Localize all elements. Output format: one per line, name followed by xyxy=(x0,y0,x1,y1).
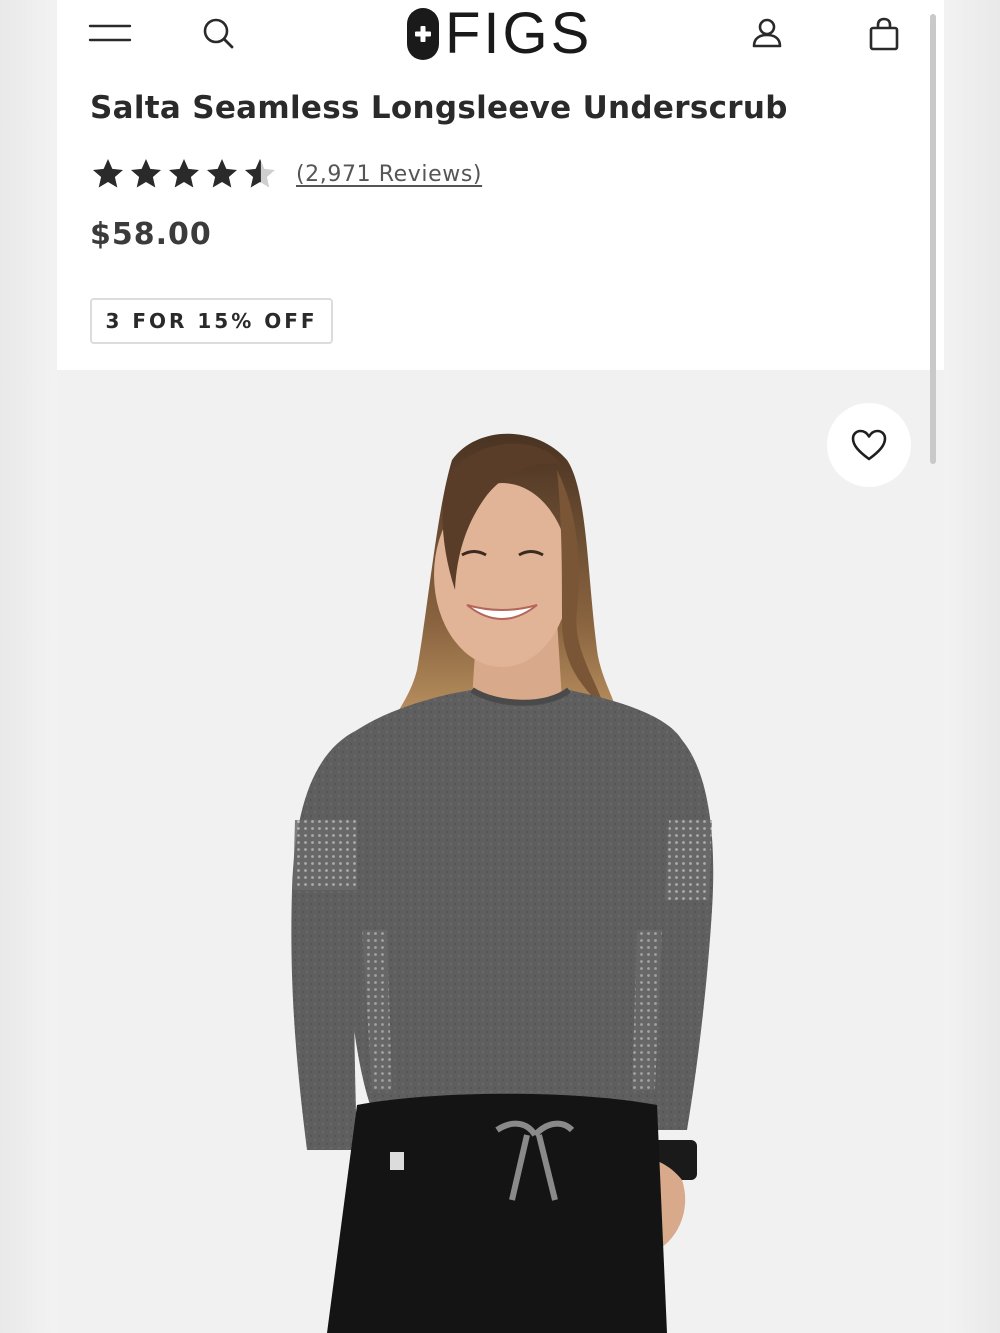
shopping-bag-icon xyxy=(869,17,899,51)
brand-name: FIGS xyxy=(445,1,593,66)
search-button[interactable] xyxy=(197,12,239,54)
heart-icon xyxy=(851,429,887,461)
star-rating xyxy=(90,156,280,192)
product-page: FIGS Salta Seamless Longsleeve Underscru… xyxy=(57,0,944,1333)
top-nav: FIGS xyxy=(57,0,944,70)
product-title: Salta Seamless Longsleeve Underscrub xyxy=(90,90,788,126)
promo-badge[interactable]: 3 FOR 15% OFF xyxy=(90,298,333,344)
wishlist-button[interactable] xyxy=(827,403,911,487)
star-icon xyxy=(207,159,237,188)
menu-button[interactable] xyxy=(85,14,135,52)
half-star-icon xyxy=(245,159,275,188)
product-image[interactable] xyxy=(57,370,944,1333)
brand-logo[interactable]: FIGS xyxy=(407,4,592,64)
hamburger-menu-icon xyxy=(88,24,132,42)
star-icon xyxy=(131,159,161,188)
user-icon xyxy=(752,18,782,48)
account-button[interactable] xyxy=(745,12,789,54)
star-icon xyxy=(169,159,199,188)
shopping-bag-button[interactable] xyxy=(863,12,905,56)
star-icon xyxy=(93,159,123,188)
scrollbar[interactable] xyxy=(930,14,936,464)
reviews-link[interactable]: (2,971 Reviews) xyxy=(296,162,482,187)
model-photo xyxy=(291,433,714,1333)
rating-row: (2,971 Reviews) xyxy=(90,152,482,196)
medical-cross-icon xyxy=(407,8,439,60)
search-icon xyxy=(203,18,234,49)
product-price: $58.00 xyxy=(90,217,212,252)
